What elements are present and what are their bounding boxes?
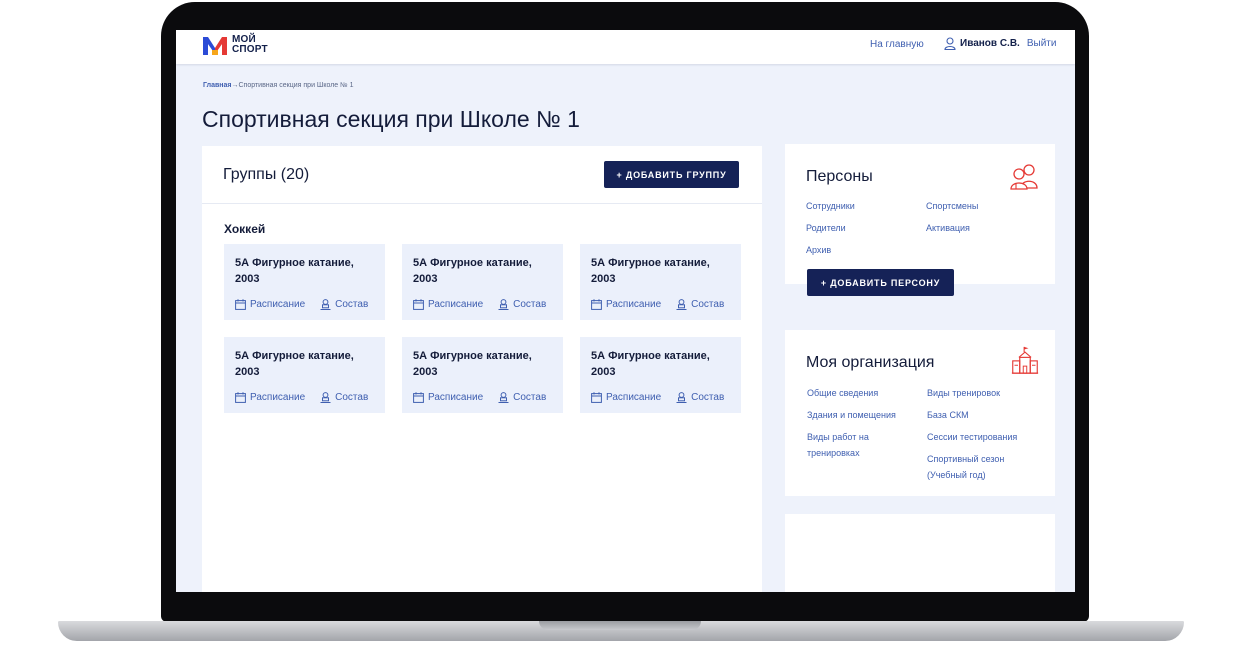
brand-name[interactable]: МОЙ СПОРТ <box>232 35 268 55</box>
calendar-icon <box>235 299 246 310</box>
group-card[interactable]: 5А Фигурное катание, 2003 Расписание Соста… <box>580 244 741 320</box>
group-card-links: Расписание Состав <box>413 392 546 403</box>
persons-link-athletes[interactable]: Спортсмены <box>926 198 978 214</box>
group-card-title[interactable]: 5А Фигурное катание, 2003 <box>591 255 736 287</box>
breadcrumb: Главная→Спортивная секция при Школе № 1 <box>203 82 354 89</box>
empty-panel <box>785 514 1055 592</box>
add-person-button[interactable]: + ДОБАВИТЬ ПЕРСОНУ <box>807 269 954 296</box>
schedule-link[interactable]: Расписание <box>413 392 483 403</box>
group-card[interactable]: 5А Фигурное катание, 2003 Расписание Соста… <box>402 244 563 320</box>
group-card[interactable]: 5А Фигурное катание, 2003 Расписание Соста… <box>580 337 741 413</box>
schedule-link[interactable]: Расписание <box>591 392 661 403</box>
roster-icon <box>320 299 331 310</box>
organization-panel: Моя организация Общие сведения Виды трен… <box>785 330 1055 496</box>
roster-label: Состав <box>513 392 547 403</box>
roster-label: Состав <box>691 392 725 403</box>
add-group-button[interactable]: + ДОБАВИТЬ ГРУППУ <box>604 161 739 188</box>
org-link-work-types[interactable]: Виды работ на тренировках <box>807 429 917 461</box>
organization-title: Моя организация <box>806 354 935 371</box>
roster-link[interactable]: Состав <box>676 392 724 403</box>
breadcrumb-current: Спортивная секция при Школе № 1 <box>238 82 354 89</box>
calendar-icon <box>591 392 602 403</box>
group-card-title[interactable]: 5А Фигурное катание, 2003 <box>235 348 380 380</box>
schedule-label: Расписание <box>606 299 662 310</box>
group-card-title[interactable]: 5А Фигурное катание, 2003 <box>413 348 558 380</box>
building-icon <box>1011 346 1039 374</box>
group-card-links: Расписание Состав <box>591 299 724 310</box>
group-card-title[interactable]: 5А Фигурное катание, 2003 <box>235 255 380 287</box>
roster-link[interactable]: Состав <box>676 299 724 310</box>
group-card-links: Расписание Состав <box>413 299 546 310</box>
org-link-test-sessions[interactable]: Сессии тестирования <box>927 429 1017 445</box>
schedule-link[interactable]: Расписание <box>413 299 483 310</box>
group-card-links: Расписание Состав <box>591 392 724 403</box>
persons-link-staff[interactable]: Сотрудники <box>806 198 855 214</box>
user-menu[interactable]: Иванов С.В. Выйти <box>944 37 1056 50</box>
schedule-label: Расписание <box>250 299 306 310</box>
schedule-label: Расписание <box>428 392 484 403</box>
group-card[interactable]: 5А Фигурное катание, 2003 Расписание Соста… <box>224 337 385 413</box>
org-link-training-types[interactable]: Виды тренировок <box>927 385 1000 401</box>
roster-link[interactable]: Состав <box>320 299 368 310</box>
roster-link[interactable]: Состав <box>320 392 368 403</box>
page-title: Спортивная секция при Школе № 1 <box>202 106 580 132</box>
logout-link[interactable]: Выйти <box>1027 38 1057 49</box>
group-card-links: Расписание Состав <box>235 392 368 403</box>
group-card[interactable]: 5А Фигурное катание, 2003 Расписание Соста… <box>402 337 563 413</box>
roster-label: Состав <box>335 392 369 403</box>
roster-icon <box>320 392 331 403</box>
org-link-buildings[interactable]: Здания и помещения <box>807 407 896 423</box>
app-screen: МОЙ СПОРТ На главную Иванов С.В. Выйти Г… <box>176 30 1075 592</box>
roster-icon <box>676 299 687 310</box>
roster-label: Состав <box>513 299 547 310</box>
calendar-icon <box>413 299 424 310</box>
calendar-icon <box>591 299 602 310</box>
groups-panel: Группы (20) + ДОБАВИТЬ ГРУППУ Хоккей 5А … <box>202 146 762 592</box>
calendar-icon <box>235 392 246 403</box>
sport-heading: Хоккей <box>224 222 266 236</box>
group-card-title[interactable]: 5А Фигурное катание, 2003 <box>413 255 558 287</box>
roster-icon <box>498 392 509 403</box>
persons-link-archive[interactable]: Архив <box>806 242 831 258</box>
persons-link-parents[interactable]: Родители <box>806 220 846 236</box>
org-link-general[interactable]: Общие сведения <box>807 385 878 401</box>
roster-icon <box>676 392 687 403</box>
schedule-label: Расписание <box>606 392 662 403</box>
persons-link-activation[interactable]: Активация <box>926 220 970 236</box>
roster-link[interactable]: Состав <box>498 392 546 403</box>
org-link-season[interactable]: Спортивный сезон (Учебный год) <box>927 451 1032 483</box>
persons-panel: Персоны Сотрудники Спортсмены Родители А… <box>785 144 1055 296</box>
group-card-title[interactable]: 5А Фигурное катание, 2003 <box>591 348 736 380</box>
schedule-link[interactable]: Расписание <box>591 299 661 310</box>
group-card[interactable]: 5А Фигурное катание, 2003 Расписание Соста… <box>224 244 385 320</box>
groups-title: Группы (20) <box>223 166 310 183</box>
groups-header: Группы (20) + ДОБАВИТЬ ГРУППУ <box>202 146 762 204</box>
schedule-link[interactable]: Расписание <box>235 392 305 403</box>
roster-link[interactable]: Состав <box>498 299 546 310</box>
schedule-label: Расписание <box>250 392 306 403</box>
user-icon <box>944 37 956 50</box>
laptop-notch <box>539 621 701 630</box>
breadcrumb-home[interactable]: Главная <box>203 82 231 89</box>
schedule-link[interactable]: Расписание <box>235 299 305 310</box>
org-link-skm-base[interactable]: База СКМ <box>927 407 969 423</box>
home-link[interactable]: На главную <box>870 39 924 50</box>
roster-icon <box>498 299 509 310</box>
top-navbar: МОЙ СПОРТ На главную Иванов С.В. Выйти <box>176 30 1075 64</box>
brand-line-2: СПОРТ <box>232 44 268 55</box>
people-icon <box>1010 164 1038 190</box>
roster-label: Состав <box>691 299 725 310</box>
persons-title: Персоны <box>806 168 873 185</box>
user-name[interactable]: Иванов С.В. <box>960 38 1020 49</box>
logo-icon[interactable] <box>203 35 227 57</box>
calendar-icon <box>413 392 424 403</box>
schedule-label: Расписание <box>428 299 484 310</box>
roster-label: Состав <box>335 299 369 310</box>
group-card-links: Расписание Состав <box>235 299 368 310</box>
